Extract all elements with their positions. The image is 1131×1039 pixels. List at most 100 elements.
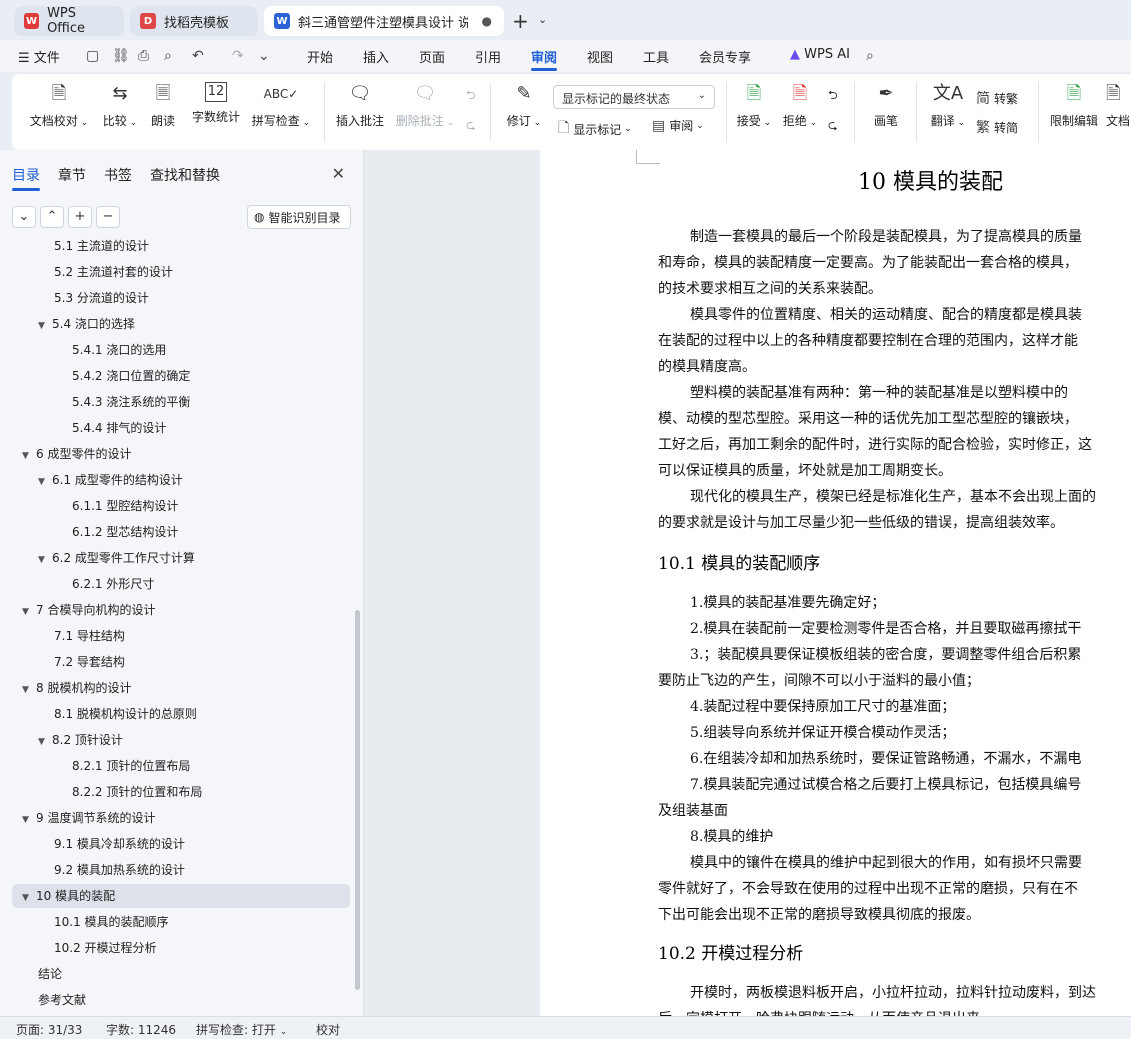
- word-count-indicator[interactable]: 字数: 11246: [106, 1021, 176, 1038]
- reject-button[interactable]: 🗎 拒绝 ⌄: [780, 82, 820, 129]
- print-icon[interactable]: ⎙: [138, 48, 149, 64]
- expand-arrow-icon[interactable]: ▼: [38, 730, 52, 754]
- menu-page[interactable]: 页面: [419, 47, 445, 66]
- close-icon[interactable]: ✕: [332, 164, 345, 183]
- toc-item[interactable]: 5.1 主流道的设计: [0, 236, 149, 258]
- quick-access-chevron-icon[interactable]: ⌄: [258, 48, 270, 64]
- toc-item[interactable]: 5.3 分流道的设计: [0, 286, 149, 310]
- page-indicator[interactable]: 页面: 31/33: [16, 1021, 82, 1038]
- tab-docer-templates[interactable]: D 找稻壳模板: [130, 6, 258, 36]
- undo-icon[interactable]: ↶: [192, 48, 204, 64]
- doc-permission-button[interactable]: 🗎 文档: [1106, 82, 1131, 129]
- tab-list-chevron-icon[interactable]: ⌄: [538, 13, 547, 26]
- tab-sections[interactable]: 章节: [58, 165, 86, 185]
- add-heading-button[interactable]: +: [68, 206, 92, 228]
- toc-item[interactable]: 10.2 开模过程分析: [0, 936, 157, 960]
- link-icon[interactable]: ⛓: [112, 48, 130, 64]
- search-icon[interactable]: ⌕: [866, 48, 874, 64]
- compare-button[interactable]: ⇆ 比较 ⌄: [98, 82, 142, 129]
- translate-button[interactable]: 文A 翻译 ⌄: [926, 82, 970, 129]
- toc-item[interactable]: 5.2 主流道衬套的设计: [0, 260, 173, 284]
- draw-button[interactable]: ✒ 画笔: [868, 82, 904, 129]
- expand-arrow-icon[interactable]: ▼: [22, 600, 36, 624]
- save-icon[interactable]: ▢: [86, 48, 99, 64]
- toc-item[interactable]: ▼ 10 模具的装配: [12, 884, 350, 908]
- tab-toc[interactable]: 目录: [12, 165, 40, 185]
- read-aloud-button[interactable]: 🗏 朗读: [148, 82, 178, 129]
- expand-arrow-icon[interactable]: ▼: [38, 470, 52, 494]
- expand-arrow-icon[interactable]: ▼: [38, 548, 52, 572]
- toc-item[interactable]: ▼ 5.4 浇口的选择: [0, 312, 135, 336]
- toc-item[interactable]: 5.4.1 浇口的选用: [0, 338, 166, 362]
- toc-item[interactable]: 7.1 导柱结构: [0, 624, 125, 648]
- toc-item[interactable]: ▼ 6 成型零件的设计: [0, 442, 131, 466]
- expand-level-button[interactable]: ⌃: [40, 206, 64, 228]
- menu-review[interactable]: 审阅: [531, 47, 557, 66]
- expand-arrow-icon[interactable]: ▼: [22, 808, 36, 832]
- delete-comment-button[interactable]: 🗨 删除批注 ⌄: [394, 82, 456, 129]
- toc-item[interactable]: 6.1.2 型芯结构设计: [0, 520, 178, 544]
- toc-item[interactable]: 结论: [0, 962, 62, 986]
- toc-item[interactable]: 9.2 模具加热系统的设计: [0, 858, 185, 882]
- to-traditional-button[interactable]: 简转繁: [976, 88, 1018, 108]
- wps-ai-button[interactable]: ▲ WPS AI: [790, 47, 850, 62]
- doc-check-button[interactable]: 🗎 文档校对 ⌄: [28, 82, 90, 129]
- file-menu[interactable]: ☰ 文件: [18, 47, 60, 66]
- menu-start[interactable]: 开始: [307, 47, 333, 66]
- expand-arrow-icon[interactable]: ▼: [22, 886, 36, 910]
- word-count-button[interactable]: 12 字数统计: [190, 82, 242, 125]
- expand-arrow-icon[interactable]: ▼: [38, 314, 52, 338]
- next-comment-icon[interactable]: ⮎: [466, 116, 476, 137]
- document-page[interactable]: 10 模具的装配 制造一套模具的最后一个阶段是装配模具，为了提高模具的质量 和寿命…: [540, 150, 1131, 1016]
- toc-item[interactable]: 5.4.4 排气的设计: [0, 416, 166, 440]
- collapse-level-button[interactable]: ⌄: [12, 206, 36, 228]
- toc-item[interactable]: 7.2 导套结构: [0, 650, 125, 674]
- spell-check-toggle[interactable]: 拼写检查: 打开 ⌄: [196, 1021, 287, 1038]
- prev-comment-icon[interactable]: ⮌: [466, 86, 476, 107]
- tab-bookmarks[interactable]: 书签: [104, 165, 132, 185]
- toc-item[interactable]: ▼ 6.1 成型零件的结构设计: [0, 468, 183, 492]
- review-pane-button[interactable]: ▤ 审阅 ⌄: [652, 117, 704, 134]
- tab-find-replace[interactable]: 查找和替换: [150, 165, 220, 185]
- next-change-icon[interactable]: ⮎: [828, 116, 838, 137]
- smart-toc-button[interactable]: ◍ 智能识别目录: [247, 205, 351, 229]
- toc-item[interactable]: 参考文献: [0, 988, 86, 1012]
- insert-comment-button[interactable]: 🗨 插入批注: [334, 82, 386, 129]
- revise-button[interactable]: ✎ 修订 ⌄: [502, 82, 546, 129]
- menu-view[interactable]: 视图: [587, 47, 613, 66]
- to-simplified-button[interactable]: 繁转简: [976, 117, 1018, 137]
- toc-item[interactable]: 10.1 模具的装配顺序: [0, 910, 169, 934]
- prev-change-icon[interactable]: ⮌: [828, 86, 838, 107]
- print-preview-icon[interactable]: ⌕: [164, 48, 172, 64]
- tab-close-dot-icon[interactable]: ●: [482, 14, 492, 28]
- accept-button[interactable]: 🗎 接受 ⌄: [734, 82, 774, 129]
- toc-scrollbar[interactable]: [355, 610, 360, 990]
- menu-reference[interactable]: 引用: [475, 47, 501, 66]
- toc-item[interactable]: 8.2.2 顶针的位置和布局: [0, 780, 202, 804]
- toc-item[interactable]: 6.1.1 型腔结构设计: [0, 494, 178, 518]
- toc-item[interactable]: ▼ 8.2 顶针设计: [0, 728, 123, 752]
- toc-item[interactable]: 8.1 脱模机构设计的总原则: [0, 702, 197, 726]
- spell-check-button[interactable]: ABC✓ 拼写检查 ⌄: [250, 82, 312, 129]
- toc-item[interactable]: ▼ 9 温度调节系统的设计: [0, 806, 155, 830]
- show-markup-button[interactable]: 🗋 显示标记 ⌄: [558, 117, 632, 141]
- toc-item[interactable]: 5.4.2 浇口位置的确定: [0, 364, 190, 388]
- tab-wps-office[interactable]: W WPS Office: [14, 6, 124, 36]
- new-tab-plus-icon[interactable]: +: [512, 9, 529, 33]
- remove-heading-button[interactable]: −: [96, 206, 120, 228]
- toc-item[interactable]: ▼ 8 脱模机构的设计: [0, 676, 131, 700]
- display-mode-select[interactable]: 显示标记的最终状态 ⌄: [553, 85, 715, 109]
- menu-tools[interactable]: 工具: [643, 47, 669, 66]
- proofread-button[interactable]: 校对: [316, 1021, 340, 1038]
- toc-item[interactable]: 9.1 模具冷却系统的设计: [0, 832, 185, 856]
- toc-item[interactable]: 8.2.1 顶针的位置布局: [0, 754, 190, 778]
- menu-membership[interactable]: 会员专享: [699, 47, 751, 66]
- restrict-edit-button[interactable]: 🗎 限制编辑: [1048, 82, 1100, 129]
- expand-arrow-icon[interactable]: ▼: [22, 678, 36, 702]
- toc-item[interactable]: ▼ 7 合模导向机构的设计: [0, 598, 155, 622]
- redo-icon[interactable]: ↷: [232, 48, 244, 64]
- expand-arrow-icon[interactable]: ▼: [22, 444, 36, 468]
- toc-item[interactable]: 6.2.1 外形尺寸: [0, 572, 154, 596]
- toc-item[interactable]: ▼ 6.2 成型零件工作尺寸计算: [0, 546, 195, 570]
- tab-current-document[interactable]: W 斜三通管塑件注塑模具设计 说 ●: [264, 6, 504, 36]
